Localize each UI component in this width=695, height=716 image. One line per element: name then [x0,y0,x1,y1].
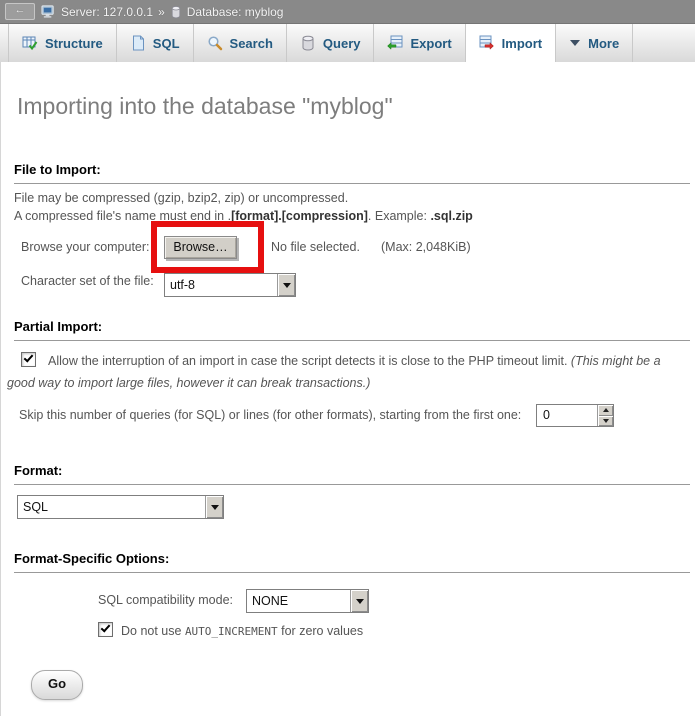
main-content: Importing into the database "myblog" Fil… [0,62,694,716]
dropdown-arrow-icon[interactable] [205,496,223,518]
section-heading-partial-import: Partial Import: [14,319,690,341]
go-button[interactable]: Go [31,670,83,700]
tab-label: Structure [45,36,103,51]
tab-label: Export [410,36,451,51]
dropdown-arrow-icon[interactable] [277,274,295,296]
structure-icon [22,35,38,51]
compression-note-format-bold: [format].[compression] [231,209,368,223]
auto-increment-row: Do not use AUTO_INCREMENT for zero value… [98,622,363,638]
dropdown-arrow-icon[interactable] [350,590,368,612]
search-icon [207,35,223,51]
tab-label: Import [502,36,542,51]
breadcrumb: Server: 127.0.0.1 » Database: myblog [41,4,283,19]
query-database-icon [300,35,316,51]
chevron-down-icon [569,39,581,47]
browse-button[interactable]: Browse… [164,236,237,259]
allow-interruption-row: Allow the interruption of an import in c… [7,350,691,394]
tab-search[interactable]: Search [194,24,287,62]
charset-select[interactable]: utf-8 [164,273,296,297]
auto-increment-code: AUTO_INCREMENT [185,625,278,638]
spin-up-button[interactable] [598,405,613,416]
tab-sql[interactable]: SQL [117,24,194,62]
tab-bar: Structure SQL Search Query Export [0,24,695,62]
tab-label: Query [323,36,361,51]
section-heading-format-specific: Format-Specific Options: [14,551,690,573]
back-button[interactable]: ← [5,3,35,20]
compression-note-example-bold: .sql.zip [430,209,472,223]
breadcrumb-bar: ← Server: 127.0.0.1 » Database: myblog [0,0,695,24]
sql-compat-select[interactable]: NONE [246,589,369,613]
sql-compat-label: SQL compatibility mode: [98,593,233,607]
breadcrumb-server[interactable]: Server: 127.0.0.1 [61,5,153,19]
section-heading-format: Format: [14,463,690,485]
auto-increment-checkbox[interactable] [98,622,113,637]
database-icon [170,5,182,19]
allow-interruption-label: Allow the interruption of an import in c… [48,354,571,368]
tab-query[interactable]: Query [287,24,375,62]
tab-export[interactable]: Export [374,24,465,62]
page-title: Importing into the database "myblog" [17,93,393,120]
max-size-text: (Max: 2,048KiB) [381,240,471,254]
compression-note: File may be compressed (gzip, bzip2, zip… [14,190,473,225]
export-icon [387,35,403,51]
spinner [597,405,613,426]
format-select[interactable]: SQL [17,495,224,519]
section-heading-file-to-import: File to Import: [14,162,690,184]
compression-note-line2-mid: . Example: [368,209,431,223]
phpmyadmin-import-page: ← Server: 127.0.0.1 » Database: myblog S… [0,0,695,716]
skip-queries-label: Skip this number of queries (for SQL) or… [19,408,521,422]
breadcrumb-separator: » [158,5,165,19]
compression-note-line1: File may be compressed (gzip, bzip2, zip… [14,191,348,205]
sql-icon [130,35,146,51]
format-select-value: SQL [18,496,205,518]
skip-queries-input[interactable]: 0 [536,404,614,427]
no-file-selected-text: No file selected. [271,240,360,254]
compression-note-line2-prefix: A compressed file's name must end in . [14,209,231,223]
server-monitor-icon [41,4,56,19]
tab-label: More [588,36,619,51]
skip-queries-value: 0 [537,405,597,426]
charset-label: Character set of the file: [21,274,154,288]
sql-compat-select-value: NONE [247,590,350,612]
charset-select-value: utf-8 [165,274,277,296]
auto-increment-label-prefix: Do not use [121,624,185,638]
spin-down-button[interactable] [598,416,613,427]
auto-increment-label-suffix: for zero values [278,624,363,638]
tab-structure[interactable]: Structure [8,24,117,62]
tab-label: Search [230,36,273,51]
tab-label: SQL [153,36,180,51]
allow-interruption-checkbox[interactable] [21,352,36,367]
tab-more[interactable]: More [556,24,633,62]
tab-import[interactable]: Import [466,24,556,62]
breadcrumb-database[interactable]: Database: myblog [187,5,284,19]
browse-label: Browse your computer: [21,240,150,254]
import-icon [479,35,495,51]
